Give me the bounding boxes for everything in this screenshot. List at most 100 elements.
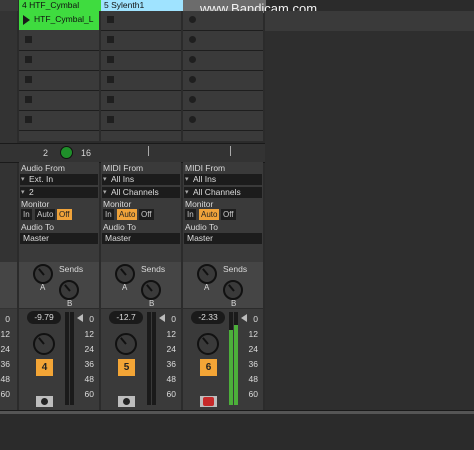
return-area-bar [265,11,474,31]
send-b-knob[interactable] [223,280,243,300]
horizontal-scrollbar[interactable] [0,411,474,414]
clip-slot-6-6[interactable] [183,111,263,131]
clip-slot-5-3[interactable] [101,51,181,71]
meter-scale-label: 12 [166,329,176,339]
send-b-label: B [231,299,237,308]
solo-button[interactable] [200,396,217,407]
record-slot-icon[interactable] [189,36,196,43]
monitor-auto-button[interactable]: Auto [117,209,138,220]
monitor-in-button[interactable]: In [21,209,32,220]
input-channel-dropdown[interactable]: ▾ All Channels [184,187,262,198]
volume-display[interactable]: -2.33 [191,311,225,324]
stop-slot-icon[interactable] [107,96,114,103]
monitor-auto-button[interactable]: Auto [35,209,56,220]
stop-slot-icon[interactable] [107,16,114,23]
record-arm-icon [203,397,214,406]
stop-slot-icon[interactable] [107,116,114,123]
input-type-dropdown[interactable]: ▾ All Ins [184,174,262,185]
io-section-label: MIDI From [185,163,226,173]
volume-display[interactable]: -12.7 [109,311,143,324]
audio-to-label: Audio To [185,222,218,232]
sends-section-left [0,262,17,308]
input-type-dropdown[interactable]: ▾ All Ins [102,174,180,185]
monitor-label: Monitor [185,199,214,209]
pan-knob[interactable] [115,333,137,355]
input-channel-value: All Channels [111,187,159,197]
clip-slot-5-2[interactable] [101,31,181,51]
status-led-icon[interactable] [60,146,73,159]
clip-slot-6-5[interactable] [183,91,263,111]
record-slot-icon[interactable] [189,116,196,123]
stop-slot-icon[interactable] [25,76,32,83]
record-slot-icon[interactable] [189,96,196,103]
clip-slot-4-2[interactable] [19,31,99,51]
clip-slot-4-5[interactable] [19,91,99,111]
stop-slot-icon[interactable] [25,56,32,63]
clip-slot-6-3[interactable] [183,51,263,71]
headphones-icon [123,398,130,405]
solo-button[interactable] [36,396,53,407]
send-b-knob[interactable] [59,280,79,300]
clip-slot-5-1[interactable] [101,11,181,31]
track-header-5[interactable]: 5 Sylenth1 [101,0,184,11]
monitor-in-button[interactable]: In [103,209,114,220]
monitor-in-button[interactable]: In [185,209,196,220]
audio-to-dropdown[interactable]: Master [102,233,180,244]
send-a-knob[interactable] [197,264,217,284]
input-type-value: Ext. In [29,174,54,184]
record-slot-icon[interactable] [189,76,196,83]
pan-knob[interactable] [33,333,55,355]
stop-slot-icon[interactable] [25,116,32,123]
clip-slot-6-2[interactable] [183,31,263,51]
input-channel-value: All Channels [193,187,241,197]
send-b-knob[interactable] [141,280,161,300]
clip-slot-4-4[interactable] [19,71,99,91]
track-activator-button[interactable]: 6 [200,359,217,376]
solo-dot-icon [41,398,48,405]
clip-slot-4-6[interactable] [19,111,99,131]
track-header-left-stub [0,0,18,11]
input-channel-dropdown[interactable]: ▾ 2 [20,187,98,198]
play-icon[interactable] [23,15,30,25]
stop-slot-icon[interactable] [107,56,114,63]
volume-display[interactable]: -9.79 [27,311,61,324]
audio-to-dropdown[interactable]: Master [20,233,98,244]
stop-slot-icon[interactable] [25,96,32,103]
record-slot-icon[interactable] [189,56,196,63]
clip-slot-4-1[interactable]: HTF_Cymbal_L [19,11,99,30]
clip-slot-5-4[interactable] [101,71,181,91]
monitor-off-button[interactable]: Off [139,209,154,220]
clip-slot-4-3[interactable] [19,51,99,71]
clip-slot-6-1[interactable] [183,11,263,31]
stop-divider-6 [230,146,231,156]
monitor-off-button[interactable]: Off [221,209,236,220]
send-a-knob[interactable] [33,264,53,284]
meter-scale-label: 36 [248,359,258,369]
stop-divider-5 [148,146,149,156]
record-slot-icon[interactable] [189,16,196,23]
stop-slot-icon[interactable] [107,76,114,83]
stop-slot-icon[interactable] [25,36,32,43]
audio-to-dropdown[interactable]: Master [184,233,262,244]
send-a-knob[interactable] [115,264,135,284]
input-type-dropdown[interactable]: ▾ Ext. In [20,174,98,185]
solo-button[interactable] [118,396,135,407]
clip-slot-5-5[interactable] [101,91,181,111]
send-a-label: A [122,283,128,292]
track-activator-button[interactable]: 4 [36,359,53,376]
level-meter-left [147,312,151,405]
monitor-auto-button[interactable]: Auto [199,209,220,220]
track-header-4[interactable]: 4 HTF_Cymbal [19,0,102,11]
clip-slot-5-6[interactable] [101,111,181,131]
clip-slot-6-4[interactable] [183,71,263,91]
pan-knob[interactable] [197,333,219,355]
input-channel-dropdown[interactable]: ▾ All Channels [102,187,180,198]
chevron-down-icon: ▾ [103,176,107,183]
meter-scale-label: 60 [84,389,94,399]
track-activator-button[interactable]: 5 [118,359,135,376]
monitor-off-button[interactable]: Off [57,209,72,220]
stop-slot-icon[interactable] [107,36,114,43]
audio-to-value: Master [23,233,49,243]
meter-scale-label: 24 [0,344,10,354]
status-row [0,143,265,163]
